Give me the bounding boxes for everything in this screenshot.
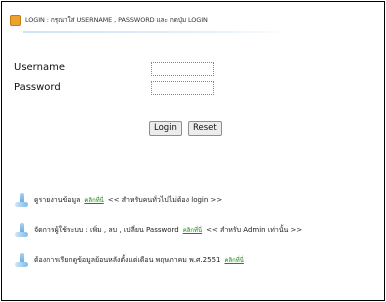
login-icon	[10, 14, 21, 26]
link-row-admin: จัดการผู้ใช้ระบบ : เพิ่ม , ลบ , เปลี่ยน …	[15, 223, 302, 237]
report-link[interactable]: คลิกที่นี่	[84, 195, 103, 205]
password-input[interactable]	[151, 81, 214, 95]
password-label: Password	[14, 82, 61, 93]
link-row-text: ดูรายงานข้อมูล	[34, 195, 81, 204]
link-row-report: ดูรายงานข้อมูล คลิกที่นี่ << สำหรับคนทั่…	[15, 193, 222, 207]
link-row-text: จัดการผู้ใช้ระบบ : เพิ่ม , ลบ , เปลี่ยน …	[34, 225, 179, 234]
login-panel: LOGIN : กรุณาใส่ USERNAME , PASSWORD และ…	[1, 1, 385, 301]
header-divider	[23, 31, 293, 33]
username-input[interactable]	[151, 62, 214, 76]
bullet-icon	[15, 253, 29, 267]
username-label: Username	[14, 62, 65, 73]
panel-header: LOGIN : กรุณาใส่ USERNAME , PASSWORD และ…	[10, 12, 208, 28]
link-row-text: ต้องการเรียกดูข้อมูลย้อนหลังตั้งแต่เดือน…	[34, 255, 221, 264]
link-row-note: << สำหรับคนทั่วไปไม่ต้อง login >>	[107, 195, 223, 204]
reset-button[interactable]: Reset	[188, 121, 222, 136]
login-button[interactable]: Login	[149, 121, 182, 136]
link-row-note: << สำหรับ Admin เท่านั้น >>	[206, 225, 303, 234]
header-instructions: LOGIN : กรุณาใส่ USERNAME , PASSWORD และ…	[25, 16, 208, 24]
bullet-icon	[15, 193, 29, 207]
bullet-icon	[15, 223, 29, 237]
history-link[interactable]: คลิกที่นี่	[224, 255, 243, 265]
admin-link[interactable]: คลิกที่นี่	[183, 225, 202, 235]
link-row-history: ต้องการเรียกดูข้อมูลย้อนหลังตั้งแต่เดือน…	[15, 253, 248, 267]
